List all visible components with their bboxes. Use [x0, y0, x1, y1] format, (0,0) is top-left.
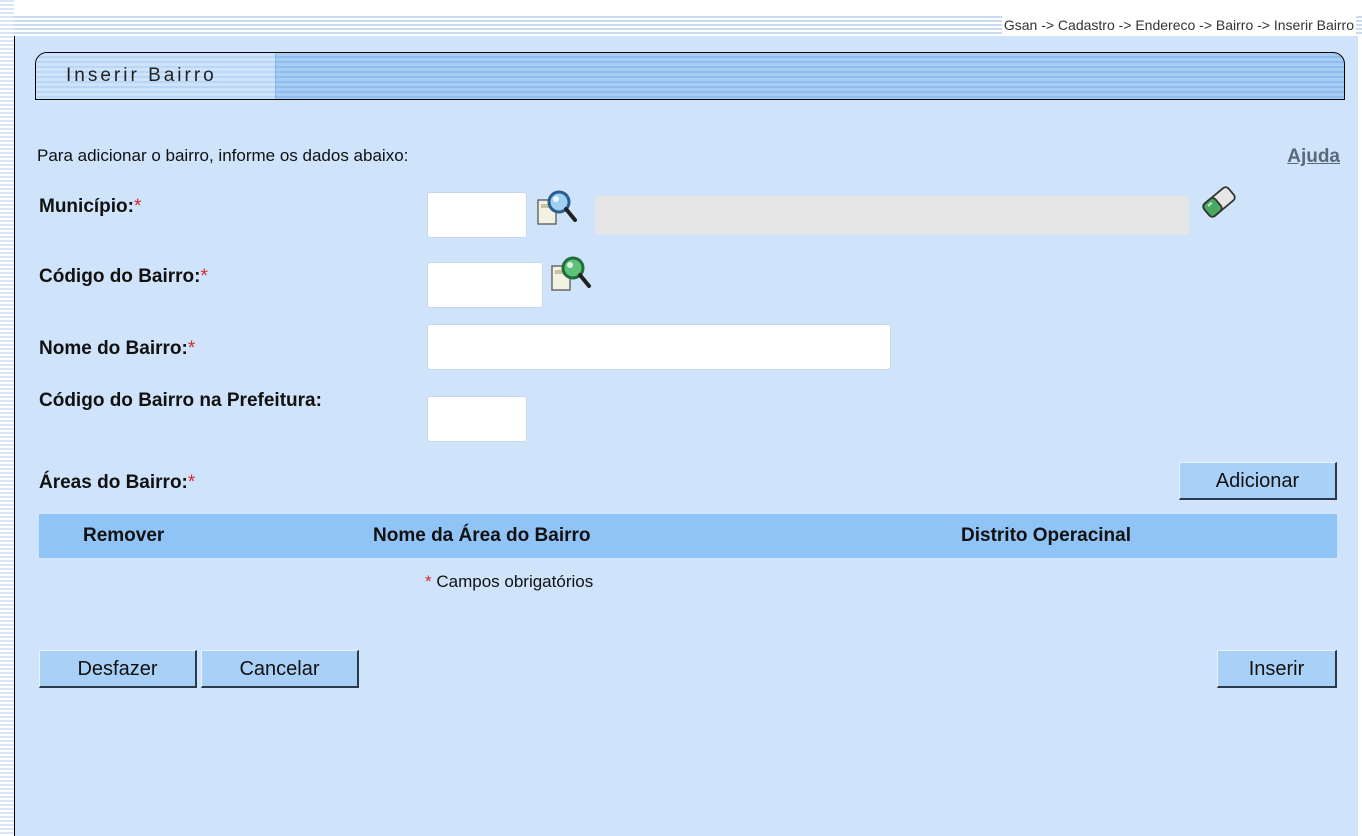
areas-label: Áreas do Bairro:*: [39, 472, 195, 494]
nome-bairro-input[interactable]: [427, 324, 891, 370]
codigo-bairro-label: Código do Bairro:*: [39, 266, 208, 288]
nome-bairro-label-text: Nome do Bairro:: [39, 338, 188, 359]
codigo-prefeitura-input[interactable]: [427, 396, 527, 442]
municipio-input[interactable]: [427, 192, 527, 238]
areas-label-text: Áreas do Bairro:: [39, 472, 188, 493]
breadcrumb: Gsan -> Cadastro -> Endereco -> Bairro -…: [1001, 16, 1356, 34]
mandatory-note: * Campos obrigatórios: [425, 572, 593, 592]
areas-table-header: Remover Nome da Área do Bairro Distrito …: [39, 514, 1337, 558]
municipio-label: Município:*: [39, 196, 141, 218]
codigo-prefeitura-label: Código do Bairro na Prefeitura:: [39, 390, 322, 411]
codigo-bairro-label-text: Código do Bairro:: [39, 266, 201, 287]
required-marker: *: [187, 338, 196, 359]
add-button[interactable]: Adicionar: [1179, 462, 1337, 500]
municipio-label-text: Município:: [39, 196, 134, 217]
form-panel: Inserir Bairro Para adicionar o bairro, …: [14, 36, 1358, 836]
page-title: Inserir Bairro: [66, 65, 217, 86]
mandatory-note-text: Campos obrigatórios: [436, 572, 594, 591]
help-link[interactable]: Ajuda: [1287, 146, 1340, 168]
left-gutter: [0, 0, 14, 836]
column-header-distrito: Distrito Operacinal: [961, 525, 1131, 546]
required-marker: *: [133, 196, 142, 217]
required-marker: *: [187, 472, 196, 493]
undo-button[interactable]: Desfazer: [39, 650, 197, 688]
search-icon[interactable]: [549, 254, 593, 303]
required-marker: *: [200, 266, 208, 287]
page-title-bar: Inserir Bairro: [35, 52, 1345, 100]
nome-bairro-label: Nome do Bairro:*: [39, 338, 195, 360]
column-header-remover: Remover: [83, 525, 165, 546]
intro-text: Para adicionar o bairro, informe os dado…: [37, 146, 409, 165]
eraser-icon[interactable]: [1197, 180, 1241, 229]
required-marker: *: [425, 572, 432, 591]
search-icon[interactable]: [535, 188, 579, 237]
column-header-nome-area: Nome da Área do Bairro: [373, 525, 591, 546]
insert-button[interactable]: Inserir: [1217, 650, 1337, 688]
cancel-button[interactable]: Cancelar: [201, 650, 359, 688]
codigo-bairro-input[interactable]: [427, 262, 543, 308]
municipio-description-field: [595, 196, 1189, 234]
